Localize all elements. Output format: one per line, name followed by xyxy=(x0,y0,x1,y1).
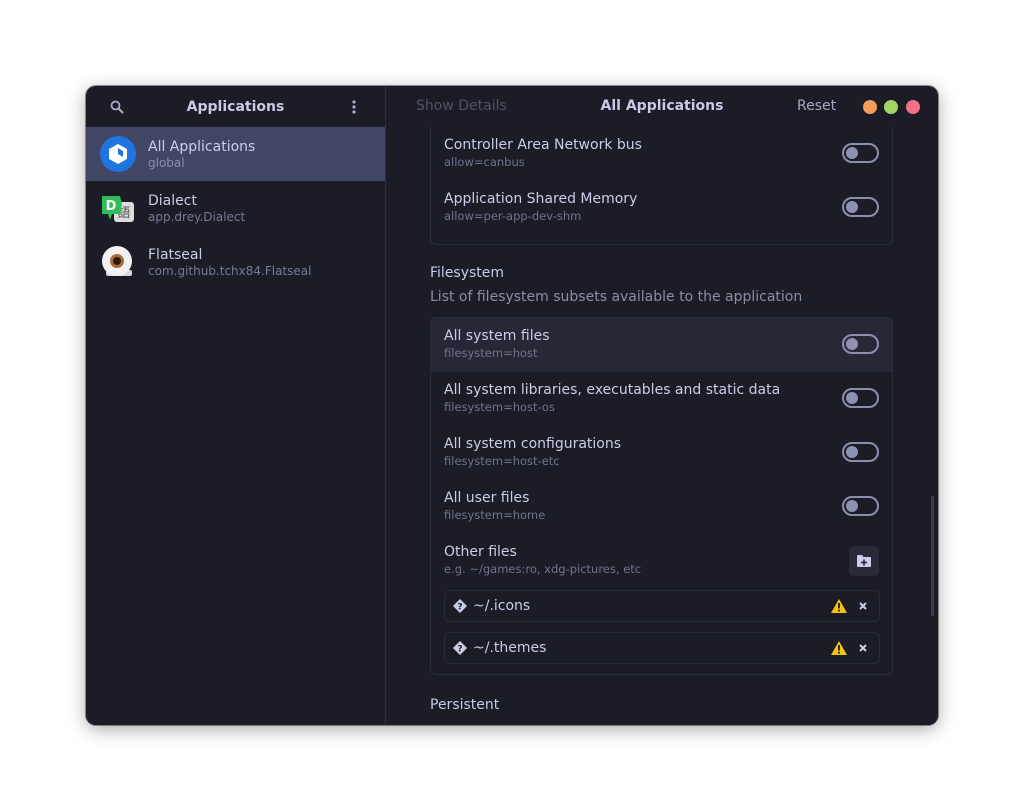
app-name: All Applications xyxy=(148,138,256,155)
app-item-dialect[interactable]: 語 D Dialect app.drey.Dialect xyxy=(86,181,385,235)
permission-key: allow=canbus xyxy=(444,155,525,169)
svg-text:?: ? xyxy=(457,603,462,613)
permission-key: filesystem=host-os xyxy=(444,400,555,414)
show-details-button[interactable]: Show Details xyxy=(416,98,507,114)
host-toggle[interactable] xyxy=(842,334,879,354)
host-os-toggle[interactable] xyxy=(842,388,879,408)
sidebar: Applications All Applications global 語 D… xyxy=(86,86,386,725)
close-button[interactable] xyxy=(906,100,920,114)
remove-path-button[interactable] xyxy=(857,642,869,654)
devices-card: Controller Area Network bus allow=canbus… xyxy=(430,127,893,245)
permission-key: allow=per-app-dev-shm xyxy=(444,209,582,223)
permission-label: Controller Area Network bus xyxy=(444,137,642,153)
folder-add-icon xyxy=(857,555,871,567)
path-entry: ? xyxy=(444,590,880,622)
svg-text:?: ? xyxy=(457,645,462,655)
permission-key: filesystem=host xyxy=(444,346,538,360)
permission-row-shm: Application Shared Memory allow=per-app-… xyxy=(431,181,892,235)
app-item-all-applications[interactable]: All Applications global xyxy=(86,127,385,181)
host-etc-toggle[interactable] xyxy=(842,442,879,462)
permission-row-host: All system files filesystem=host xyxy=(431,318,892,372)
dialect-icon: 語 D xyxy=(100,190,136,226)
shm-toggle[interactable] xyxy=(842,197,879,217)
flatseal-icon xyxy=(100,244,136,280)
canbus-toggle[interactable] xyxy=(842,143,879,163)
filesystem-card: All system files filesystem=host All sys… xyxy=(430,317,893,675)
filesystem-section-description: List of filesystem subsets available to … xyxy=(430,289,803,305)
other-files-hint: e.g. ~/games:ro, xdg-pictures, etc xyxy=(444,562,642,576)
main-pane: Show Details All Applications Reset Cont… xyxy=(386,86,938,725)
maximize-button[interactable] xyxy=(884,100,898,114)
close-icon xyxy=(859,602,867,610)
app-name: Flatseal xyxy=(148,246,203,263)
minimize-button[interactable] xyxy=(863,100,877,114)
permission-label: All user files xyxy=(444,490,530,506)
sidebar-title: Applications xyxy=(186,98,285,115)
menu-button[interactable] xyxy=(343,96,365,118)
other-files-row: Other files e.g. ~/games:ro, xdg-picture… xyxy=(431,534,892,674)
permission-row-host-etc: All system configurations filesystem=hos… xyxy=(431,426,892,480)
permission-row-host-os: All system libraries, executables and st… xyxy=(431,372,892,426)
permission-row-canbus: Controller Area Network bus allow=canbus xyxy=(431,127,892,181)
search-icon xyxy=(110,100,124,114)
main-header: Show Details All Applications Reset xyxy=(386,86,938,127)
search-button[interactable] xyxy=(106,96,128,118)
other-files-label: Other files xyxy=(444,544,517,560)
path-input[interactable] xyxy=(473,598,831,614)
path-entry: ? xyxy=(444,632,880,664)
warning-icon xyxy=(831,599,847,613)
app-id: app.drey.Dialect xyxy=(148,209,246,224)
kebab-menu-icon xyxy=(352,100,356,114)
permission-key: filesystem=home xyxy=(444,508,546,522)
flatseal-window: Applications All Applications global 語 D… xyxy=(86,86,938,725)
persistent-section-title: Persistent xyxy=(430,697,500,713)
path-input[interactable] xyxy=(473,640,831,656)
sidebar-header: Applications xyxy=(86,86,385,127)
app-id: com.github.tchx84.Flatseal xyxy=(148,263,312,278)
add-folder-button[interactable] xyxy=(849,546,879,576)
permission-label: All system libraries, executables and st… xyxy=(444,382,781,398)
permissions-scroll-area: Controller Area Network bus allow=canbus… xyxy=(386,127,938,725)
svg-text:D: D xyxy=(106,199,117,214)
scrollbar[interactable] xyxy=(931,496,934,616)
unknown-path-icon: ? xyxy=(453,599,467,613)
app-id: global xyxy=(148,155,185,170)
flatpak-cube-icon xyxy=(100,136,136,172)
unknown-path-icon: ? xyxy=(453,641,467,655)
reset-button[interactable]: Reset xyxy=(797,98,836,114)
permission-label: Application Shared Memory xyxy=(444,191,638,207)
permission-row-home: All user files filesystem=home xyxy=(431,480,892,534)
close-icon xyxy=(859,644,867,652)
permission-label: All system configurations xyxy=(444,436,622,452)
app-name: Dialect xyxy=(148,192,197,209)
home-toggle[interactable] xyxy=(842,496,879,516)
remove-path-button[interactable] xyxy=(857,600,869,612)
permission-key: filesystem=host-etc xyxy=(444,454,560,468)
warning-icon xyxy=(831,641,847,655)
filesystem-section-title: Filesystem xyxy=(430,265,505,281)
permission-label: All system files xyxy=(444,328,550,344)
app-item-flatseal[interactable]: Flatseal com.github.tchx84.Flatseal xyxy=(86,235,385,289)
